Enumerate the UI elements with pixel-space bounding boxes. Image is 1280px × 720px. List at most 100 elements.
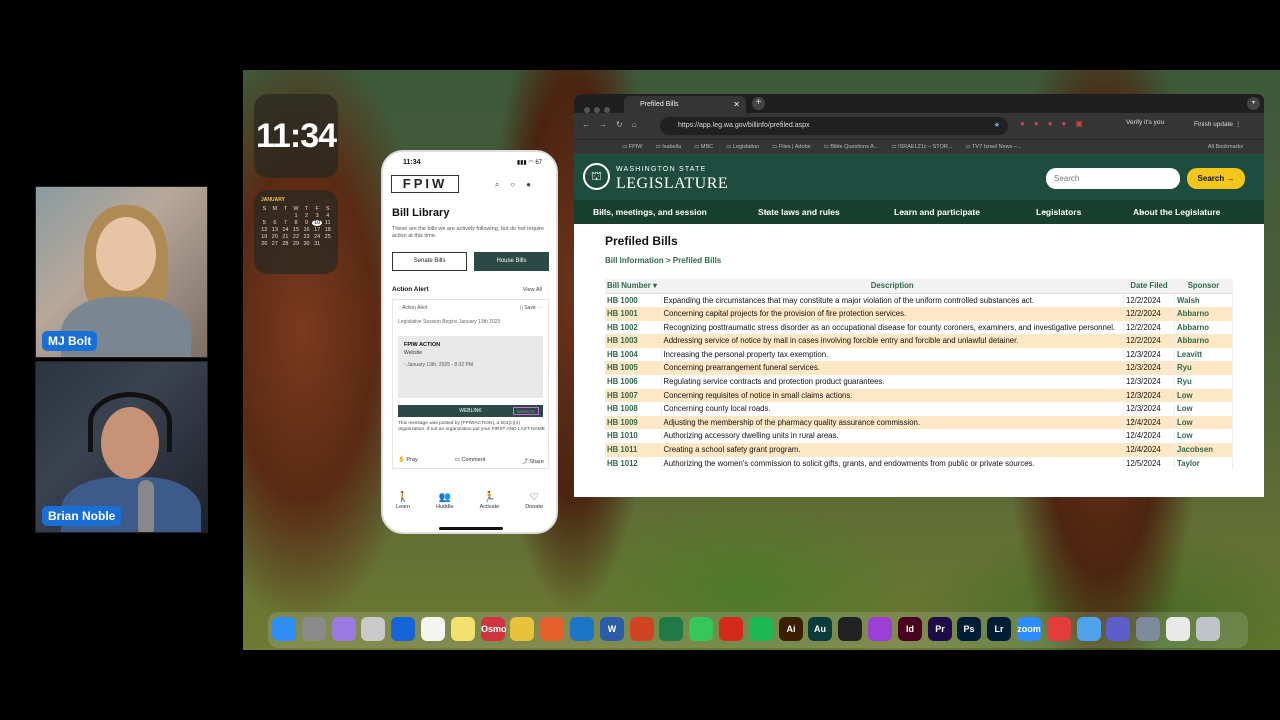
- bill-number-link[interactable]: HB 1009: [605, 415, 662, 430]
- illustrator-icon[interactable]: Ai: [779, 617, 803, 641]
- word-icon[interactable]: W: [600, 617, 624, 641]
- apps-icon[interactable]: [332, 617, 356, 641]
- photoshop-icon[interactable]: Ps: [957, 617, 981, 641]
- share-button[interactable]: ⤴ Share: [522, 457, 544, 465]
- forward-icon[interactable]: →: [599, 120, 616, 129]
- sponsor-link[interactable]: Abbarno: [1174, 307, 1233, 321]
- bookmark-item[interactable]: ▭ ISRAEL21c – STOR...: [891, 144, 952, 150]
- all-bookmarks[interactable]: All Bookmarks: [1208, 140, 1243, 154]
- house-bills-button[interactable]: House Bills: [474, 252, 549, 271]
- indesign-icon[interactable]: Id: [898, 617, 922, 641]
- column-date-filed[interactable]: Date Filed: [1123, 279, 1175, 294]
- profile-icon[interactable]: ●: [526, 180, 542, 189]
- search-icon[interactable]: ⌕: [495, 180, 510, 189]
- sponsor-link[interactable]: Low: [1174, 429, 1233, 444]
- safari-icon[interactable]: [1077, 617, 1101, 641]
- bill-number-link[interactable]: HB 1000: [605, 293, 662, 308]
- new-tab-button[interactable]: +: [752, 97, 765, 110]
- site-search-input[interactable]: Search: [1046, 168, 1180, 189]
- tab-prefiled-bills[interactable]: Prefiled Bills ✕: [624, 96, 746, 113]
- bookmark-item[interactable]: ▭ Isabella: [655, 144, 681, 150]
- nav-activate[interactable]: 🏃 Activate: [480, 492, 500, 510]
- sort-icon[interactable]: ▾: [653, 281, 657, 290]
- bookmark-item[interactable]: ▭ Files | Adobe: [772, 144, 810, 150]
- home-icon[interactable]: ⌂: [632, 120, 646, 129]
- finish-update-button[interactable]: Finish update ⋮: [1194, 118, 1241, 132]
- site-search-button[interactable]: Search →: [1187, 168, 1245, 189]
- puzzle-icon[interactable]: ▣: [1075, 119, 1092, 128]
- osmo-icon[interactable]: Osmo: [481, 617, 507, 641]
- premiere-icon[interactable]: Pr: [928, 617, 952, 641]
- bill-number-link[interactable]: HB 1005: [605, 361, 662, 376]
- extension-icon[interactable]: ●: [1062, 119, 1076, 128]
- reload-icon[interactable]: ↻: [616, 120, 632, 129]
- sponsor-link[interactable]: Ryu: [1174, 375, 1233, 389]
- teams-icon[interactable]: [1106, 617, 1130, 641]
- extension-icon[interactable]: ●: [1020, 119, 1034, 128]
- senate-bills-button[interactable]: Senate Bills: [392, 252, 467, 271]
- messages-icon[interactable]: [689, 617, 713, 641]
- lightroom-icon[interactable]: Lr: [987, 617, 1011, 641]
- sponsor-link[interactable]: Ryu: [1174, 361, 1233, 376]
- bill-number-link[interactable]: HB 1003: [605, 334, 662, 348]
- chrome-icon[interactable]: [510, 617, 534, 641]
- address-bar[interactable]: https://app.leg.wa.gov/billinfo/prefiled…: [660, 117, 1008, 135]
- bookmark-star-icon[interactable]: ★: [994, 117, 1000, 135]
- zoom-icon[interactable]: zoom: [1017, 617, 1041, 641]
- sponsor-link[interactable]: Jacobsen: [1174, 443, 1233, 457]
- bookmark-item[interactable]: ▭ Legislation: [726, 144, 759, 150]
- sponsor-link[interactable]: Leavitt: [1174, 347, 1233, 362]
- column-bill-number[interactable]: Bill Number ▾: [605, 279, 661, 294]
- bookmark-item[interactable]: ▭ TV7 Israel News –...: [965, 144, 1021, 150]
- breadcrumb[interactable]: Bill Information > Prefiled Bills: [605, 256, 721, 265]
- sponsor-link[interactable]: Abbarno: [1174, 320, 1233, 335]
- bill-number-link[interactable]: HB 1012: [605, 456, 662, 471]
- bill-number-link[interactable]: HB 1008: [605, 402, 662, 416]
- site-logo-text[interactable]: LEGISLATURE: [616, 175, 728, 193]
- sponsor-link[interactable]: Low: [1174, 388, 1233, 403]
- launchpad-icon[interactable]: [302, 617, 326, 641]
- acrobat-icon[interactable]: [719, 617, 743, 641]
- piano-icon[interactable]: [838, 617, 862, 641]
- powerpoint-icon[interactable]: [630, 617, 654, 641]
- save-button[interactable]: ▯ Save ⋯: [520, 305, 542, 311]
- bookmark-item[interactable]: ▭ FPIW: [622, 144, 642, 150]
- excel-icon[interactable]: [659, 617, 683, 641]
- comment-button[interactable]: ▭ Comment: [455, 457, 486, 465]
- sponsor-link[interactable]: Taylor: [1174, 456, 1233, 471]
- bell-icon[interactable]: ○: [510, 180, 526, 189]
- nav-learn[interactable]: 🚶 Learn: [396, 492, 410, 510]
- state-seal-icon[interactable]: ⛫: [583, 163, 610, 190]
- tab-search-icon[interactable]: ▾: [1247, 97, 1260, 110]
- view-all-link[interactable]: View All: [523, 287, 542, 293]
- clipchamp-icon[interactable]: [868, 617, 892, 641]
- extension-icon[interactable]: ●: [1034, 119, 1048, 128]
- sponsor-link[interactable]: Low: [1174, 415, 1233, 430]
- weblink-button[interactable]: WEBLINK WEBSITE: [398, 405, 543, 417]
- bill-number-link[interactable]: HB 1010: [605, 429, 662, 444]
- documents-icon[interactable]: [1166, 617, 1190, 641]
- home-indicator[interactable]: [439, 527, 503, 530]
- preview-icon[interactable]: [1136, 617, 1160, 641]
- close-tab-icon[interactable]: ✕: [733, 96, 740, 113]
- brave-icon[interactable]: [540, 617, 564, 641]
- extension-icon[interactable]: ●: [1048, 119, 1062, 128]
- sponsor-link[interactable]: Walsh: [1174, 293, 1233, 308]
- remote-icon[interactable]: [1047, 617, 1071, 641]
- bookmark-item[interactable]: ▭ Bible Questions A...: [824, 144, 879, 150]
- bill-number-link[interactable]: HB 1007: [605, 388, 662, 403]
- bookmark-item[interactable]: ▭ MBC: [694, 144, 713, 150]
- nav-donate[interactable]: ♡ Donate: [525, 492, 543, 510]
- kebab-menu-icon[interactable]: ⋮: [1235, 121, 1242, 128]
- more-icon[interactable]: ⋯: [536, 305, 542, 311]
- audition-icon[interactable]: Au: [808, 617, 832, 641]
- column-description[interactable]: Description: [661, 279, 1124, 294]
- sponsor-link[interactable]: Abbarno: [1174, 334, 1233, 348]
- notes-icon[interactable]: [421, 617, 445, 641]
- spotify-icon[interactable]: [749, 617, 773, 641]
- bill-number-link[interactable]: HB 1006: [605, 375, 662, 389]
- action-alert-card[interactable]: ◌ Action Alert ▯ Save ⋯ Legislative Sess…: [392, 299, 549, 469]
- outlook-icon[interactable]: [570, 617, 594, 641]
- stickies-icon[interactable]: [451, 617, 475, 641]
- profile-button[interactable]: Verify it's you: [1126, 119, 1164, 126]
